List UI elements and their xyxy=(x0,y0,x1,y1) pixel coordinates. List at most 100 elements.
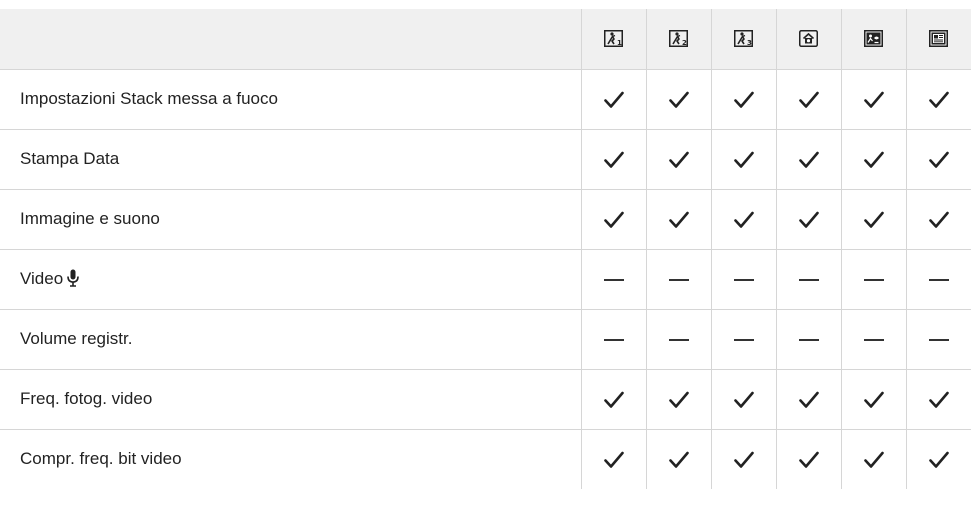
row-label-cell: Impostazioni Stack messa a fuoco xyxy=(0,69,581,130)
mode-subscript: 3 xyxy=(747,39,752,47)
checkmark-icon xyxy=(863,151,884,168)
table-header-row: 1 2 3 xyxy=(0,9,971,70)
row-label: Video xyxy=(20,269,64,288)
row-label-cell: Freq. fotog. video xyxy=(0,369,581,430)
mode-cell xyxy=(905,429,971,489)
mode-cell xyxy=(710,129,776,190)
row-label-cell: Volume registr. xyxy=(0,309,581,370)
mode-cell xyxy=(775,69,841,130)
mode-cell xyxy=(905,369,971,430)
mode-cell xyxy=(775,129,841,190)
mode-cell xyxy=(710,249,776,310)
mode-cell xyxy=(710,189,776,250)
mode-subscript: 2 xyxy=(682,39,687,47)
mode-cell xyxy=(580,129,646,190)
checkmark-icon xyxy=(863,391,884,408)
checkmark-icon xyxy=(798,451,819,468)
mode-cell xyxy=(840,189,906,250)
dash-icon xyxy=(863,278,884,281)
checkmark-icon xyxy=(603,451,624,468)
header-mode-c2: 2 xyxy=(645,9,711,70)
row-label: Impostazioni Stack messa a fuoco xyxy=(20,89,278,108)
dash-icon xyxy=(863,338,884,341)
table-row: Freq. fotog. video xyxy=(0,369,971,430)
header-label-cell xyxy=(0,9,581,70)
checkmark-icon xyxy=(928,391,949,408)
dash-icon xyxy=(928,338,949,341)
custom-mode-3-icon: 3 xyxy=(734,30,753,48)
row-label-cell: Immagine e suono xyxy=(0,189,581,250)
mode-cell xyxy=(710,429,776,489)
checkmark-icon xyxy=(733,451,754,468)
dash-icon xyxy=(928,278,949,281)
row-label: Immagine e suono xyxy=(20,209,160,228)
mode-cell xyxy=(840,129,906,190)
header-mode-c1: 1 xyxy=(580,9,646,70)
dash-icon xyxy=(603,278,624,281)
table-row: Video xyxy=(0,249,971,310)
header-mode-scene xyxy=(840,9,906,70)
mode-cell xyxy=(905,69,971,130)
mode-cell xyxy=(645,369,711,430)
checkmark-icon xyxy=(798,91,819,108)
checkmark-icon xyxy=(733,151,754,168)
microphone-icon xyxy=(67,269,79,287)
mode-subscript: 1 xyxy=(617,39,622,47)
header-mode-c3: 3 xyxy=(710,9,776,70)
checkmark-icon xyxy=(928,211,949,228)
mode-cell xyxy=(840,309,906,370)
checkmark-icon xyxy=(928,151,949,168)
mode-cell xyxy=(580,189,646,250)
settings-table: 1 2 3 Impostazioni Stack messa a fuoco S… xyxy=(0,9,971,489)
mode-cell xyxy=(775,189,841,250)
dash-icon xyxy=(733,278,754,281)
checkmark-icon xyxy=(863,451,884,468)
checkmark-icon xyxy=(603,391,624,408)
table-row: Impostazioni Stack messa a fuoco xyxy=(0,69,971,130)
mode-cell xyxy=(905,189,971,250)
checkmark-icon xyxy=(928,451,949,468)
checkmark-icon xyxy=(733,91,754,108)
mode-cell xyxy=(775,309,841,370)
mode-cell xyxy=(645,429,711,489)
table-row: Compr. freq. bit video xyxy=(0,429,971,489)
checkmark-icon xyxy=(863,211,884,228)
row-label: Stampa Data xyxy=(20,149,120,168)
row-label: Compr. freq. bit video xyxy=(20,449,182,469)
art-mode-icon xyxy=(929,30,949,48)
custom-mode-1-icon: 1 xyxy=(604,30,623,48)
checkmark-icon xyxy=(733,211,754,228)
dash-icon xyxy=(668,278,689,281)
scene-mode-icon xyxy=(864,30,883,48)
checkmark-icon xyxy=(668,91,689,108)
custom-mode-2-icon: 2 xyxy=(669,30,688,48)
mode-cell xyxy=(580,249,646,310)
mode-cell xyxy=(645,189,711,250)
checkmark-icon xyxy=(863,91,884,108)
mode-cell xyxy=(645,129,711,190)
checkmark-icon xyxy=(668,391,689,408)
header-mode-art xyxy=(905,9,971,70)
mode-cell xyxy=(775,249,841,310)
mode-cell xyxy=(645,249,711,310)
mode-cell xyxy=(840,369,906,430)
checkmark-icon xyxy=(603,211,624,228)
dash-icon xyxy=(668,338,689,341)
mode-cell xyxy=(775,369,841,430)
checkmark-icon xyxy=(603,91,624,108)
mode-cell xyxy=(645,309,711,370)
mode-cell xyxy=(580,429,646,489)
checkmark-icon xyxy=(668,151,689,168)
mode-cell xyxy=(840,429,906,489)
checkmark-icon xyxy=(798,211,819,228)
mode-cell xyxy=(905,129,971,190)
dash-icon xyxy=(733,338,754,341)
table-row: Immagine e suono xyxy=(0,189,971,250)
dash-icon xyxy=(798,278,819,281)
mode-cell xyxy=(905,249,971,310)
row-label-cell: Compr. freq. bit video xyxy=(0,429,581,489)
mode-cell xyxy=(775,429,841,489)
mode-cell xyxy=(580,309,646,370)
home-mode-icon xyxy=(799,30,818,48)
row-label: Volume registr. xyxy=(20,329,133,348)
